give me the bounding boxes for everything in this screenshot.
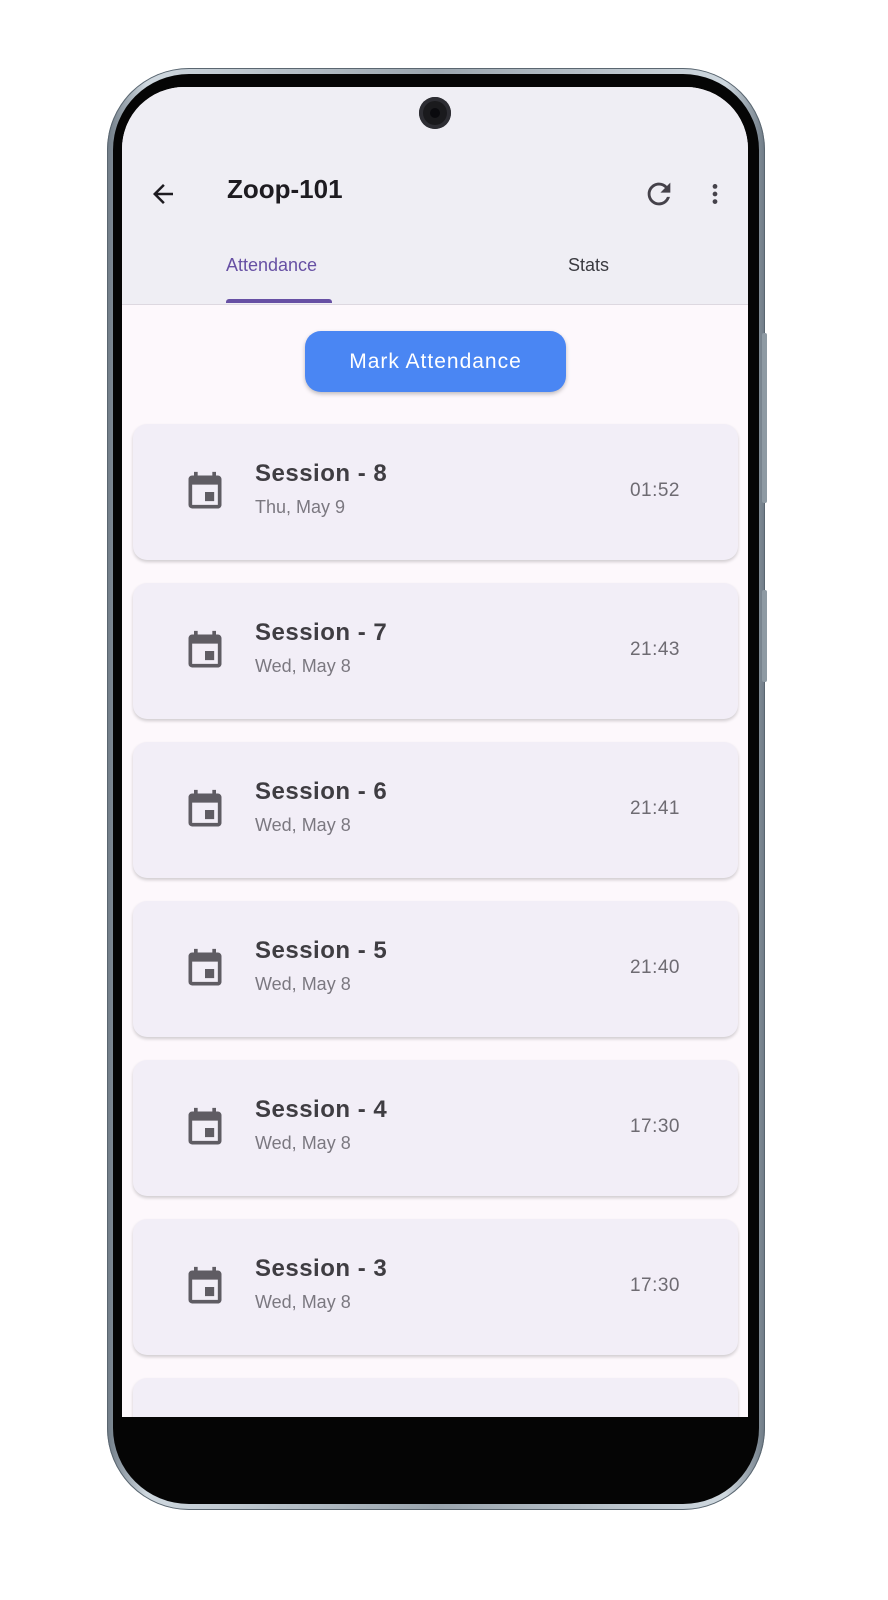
calendar-icon xyxy=(188,471,222,509)
tab-stats[interactable]: Stats xyxy=(568,255,609,276)
calendar-icon xyxy=(188,789,222,827)
session-name: Session - 6 xyxy=(255,778,388,805)
session-card[interactable]: Session - 6 Wed, May 8 21:41 xyxy=(133,742,738,878)
page-title: Zoop-101 xyxy=(227,174,343,204)
phone-frame: Zoop-101 Attendance Stats Mark Attendanc… xyxy=(107,68,767,1510)
tab-indicator xyxy=(226,299,332,303)
session-date: Wed, May 8 xyxy=(255,1292,351,1312)
volume-button xyxy=(762,590,767,682)
app-screen: Zoop-101 Attendance Stats Mark Attendanc… xyxy=(122,87,748,1417)
power-button xyxy=(762,333,767,503)
session-date: Wed, May 8 xyxy=(255,974,351,994)
session-date: Wed, May 8 xyxy=(255,656,351,676)
calendar-icon xyxy=(188,948,222,986)
back-arrow-icon[interactable] xyxy=(148,179,178,209)
session-name: Session - 8 xyxy=(255,460,388,487)
session-card-partial[interactable] xyxy=(133,1378,738,1417)
session-card[interactable]: Session - 8 Thu, May 9 01:52 xyxy=(133,424,738,560)
session-time: 21:43 xyxy=(629,639,680,660)
calendar-icon xyxy=(188,1107,222,1145)
session-name: Session - 7 xyxy=(255,619,388,646)
session-time: 01:52 xyxy=(629,480,680,501)
session-card[interactable]: Session - 4 Wed, May 8 17:30 xyxy=(133,1060,738,1196)
calendar-icon xyxy=(188,1266,222,1304)
mark-attendance-button[interactable]: Mark Attendance xyxy=(305,331,566,392)
session-name: Session - 5 xyxy=(255,937,388,964)
session-date: Wed, May 8 xyxy=(255,815,351,835)
session-card[interactable]: Session - 5 Wed, May 8 21:40 xyxy=(133,901,738,1037)
session-card[interactable]: Session - 7 Wed, May 8 21:43 xyxy=(133,583,738,719)
front-camera xyxy=(419,97,451,129)
phone-bezel: Zoop-101 Attendance Stats Mark Attendanc… xyxy=(113,74,759,1504)
session-date: Thu, May 9 xyxy=(255,497,346,517)
session-date: Wed, May 8 xyxy=(255,1133,351,1153)
session-time: 17:30 xyxy=(629,1116,680,1137)
refresh-icon[interactable] xyxy=(642,177,676,211)
session-time: 21:40 xyxy=(629,957,680,978)
tab-divider xyxy=(122,304,748,305)
tab-attendance[interactable]: Attendance xyxy=(226,255,317,276)
session-name: Session - 4 xyxy=(255,1096,388,1123)
session-name: Session - 3 xyxy=(255,1255,388,1282)
session-card[interactable]: Session - 3 Wed, May 8 17:30 xyxy=(133,1219,738,1355)
calendar-icon xyxy=(188,630,222,668)
app-bar: Zoop-101 Attendance Stats xyxy=(122,87,748,305)
more-vert-icon[interactable] xyxy=(702,179,728,209)
session-time: 21:41 xyxy=(629,798,680,819)
session-time: 17:30 xyxy=(629,1275,680,1296)
